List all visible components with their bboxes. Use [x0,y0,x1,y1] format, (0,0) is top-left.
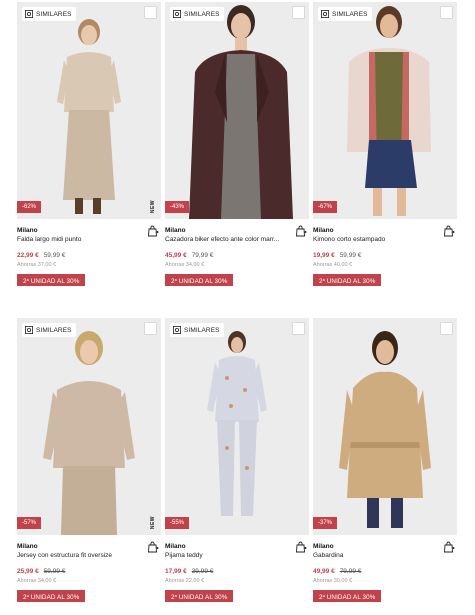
savings-text: Ahorras 34,00 € [17,578,57,584]
similares-button[interactable]: SIMILARES [318,7,372,21]
product-image[interactable]: SIMILARES -55% [165,318,309,535]
product-image[interactable]: SIMILARES -43% [165,2,309,219]
similares-icon [25,10,33,18]
select-checkbox[interactable] [292,6,305,19]
similares-button[interactable]: SIMILARES [22,7,76,21]
current-price: 17,99 € [165,568,187,575]
similares-button[interactable]: SIMILARES [22,323,76,337]
promo-badge: 2a UNIDAD AL 30% [165,274,234,286]
product-image[interactable]: SIMILARES -67% [313,2,457,219]
discount-badge: -55% [165,517,189,529]
current-price: 22,99 € [17,252,39,259]
product-card[interactable]: -37% Milano Gabardina 49,99 € 79,99 € Ah… [313,318,457,604]
original-price: 79,99 € [191,252,214,259]
product-photo-pijama [165,318,309,535]
add-to-bag-icon[interactable] [147,225,159,237]
original-price: 59,99 € [43,568,66,575]
promo-badge: 2a UNIDAD AL 30% [165,590,234,602]
product-photo-gabardina [313,318,457,535]
add-to-bag-icon[interactable] [443,541,455,553]
product-name[interactable]: Gabardina [313,552,433,559]
add-to-bag-icon[interactable] [295,541,307,553]
product-photo-kimono [313,2,457,219]
product-photo-cazadora [165,2,309,219]
savings-text: Ahorras 40,00 € [313,262,353,268]
original-price: 39,99 € [191,568,214,575]
discount-badge: -37% [313,517,337,529]
product-image[interactable]: SIMILARES -57% NEW [17,318,161,535]
current-price: 25,99 € [17,568,39,575]
product-card[interactable]: SIMILARES -55% Milano Pijama teddy 17,99… [165,318,309,604]
promo-badge: 2a UNIDAD AL 30% [313,274,382,286]
select-checkbox[interactable] [144,6,157,19]
discount-badge: -62% [17,201,41,213]
savings-text: Ahorras 34,00 € [165,262,205,268]
product-brand: Milano [165,543,186,550]
product-card[interactable]: SIMILARES -43% Milano Cazadora biker efe… [165,2,309,288]
similares-icon [173,10,181,18]
product-name[interactable]: Cazadora biker efecto ante color marr... [165,236,285,243]
promo-badge: 2a UNIDAD AL 30% [313,590,382,602]
similares-label: SIMILARES [36,10,72,18]
product-image[interactable]: SIMILARES -62% NEW [17,2,161,219]
discount-badge: -57% [17,517,41,529]
product-name[interactable]: Falda largo midi punto [17,236,137,243]
product-image[interactable]: -37% [313,318,457,535]
select-checkbox[interactable] [144,322,157,335]
product-grid: SIMILARES -62% NEW Milano Falda largo mi… [0,0,475,615]
original-price: 59,99 € [339,252,362,259]
savings-text: Ahorras 22,00 € [165,578,205,584]
add-to-bag-icon[interactable] [295,225,307,237]
product-card[interactable]: SIMILARES -62% NEW Milano Falda largo mi… [17,2,161,288]
product-name[interactable]: Pijama teddy [165,552,285,559]
select-checkbox[interactable] [292,322,305,335]
new-tag: NEW [150,199,156,213]
add-to-bag-icon[interactable] [147,541,159,553]
similares-icon [321,10,329,18]
discount-badge: -43% [165,201,189,213]
discount-badge: -67% [313,201,337,213]
savings-text: Ahorras 37,00 € [17,262,57,268]
savings-text: Ahorras 30,00 € [313,578,353,584]
product-name[interactable]: Jersey con estructura fit oversize [17,552,137,559]
product-brand: Milano [17,543,38,550]
add-to-bag-icon[interactable] [443,225,455,237]
product-photo-jersey [17,318,161,535]
similares-label: SIMILARES [36,326,72,334]
current-price: 49,99 € [313,568,335,575]
similares-label: SIMILARES [184,326,220,334]
product-brand: Milano [313,227,334,234]
similares-button[interactable]: SIMILARES [170,323,224,337]
promo-badge: 2a UNIDAD AL 30% [17,274,86,286]
product-brand: Milano [313,543,334,550]
product-photo-falda [17,2,161,219]
product-name[interactable]: Kimono corto estampado [313,236,433,243]
similares-button[interactable]: SIMILARES [170,7,224,21]
similares-icon [173,326,181,334]
product-brand: Milano [165,227,186,234]
original-price: 79,99 € [339,568,362,575]
product-card[interactable]: SIMILARES -57% NEW Milano Jersey con est… [17,318,161,604]
product-brand: Milano [17,227,38,234]
similares-label: SIMILARES [332,10,368,18]
product-card[interactable]: SIMILARES -67% Milano Kimono corto estam… [313,2,457,288]
similares-label: SIMILARES [184,10,220,18]
promo-badge: 2a UNIDAD AL 30% [17,590,86,602]
current-price: 45,99 € [165,252,187,259]
select-checkbox[interactable] [440,6,453,19]
select-checkbox[interactable] [440,322,453,335]
new-tag: NEW [150,515,156,529]
similares-icon [25,326,33,334]
current-price: 19,99 € [313,252,335,259]
original-price: 59,99 € [43,252,66,259]
